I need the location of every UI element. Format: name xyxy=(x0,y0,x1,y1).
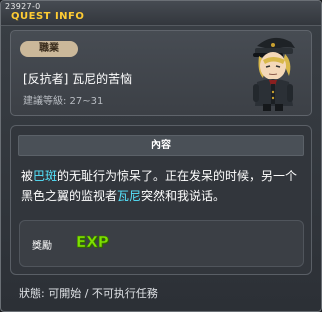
desc-text-3: 突然和我说话。 xyxy=(141,189,226,203)
npc-character-icon xyxy=(253,37,295,111)
content-header: 內容 xyxy=(18,135,304,156)
window-title: QUEST INFO xyxy=(11,11,85,22)
desc-text-1: 被 xyxy=(21,169,34,183)
npc-name-wani: 瓦尼 xyxy=(117,189,142,203)
reward-label: 獎勵 xyxy=(32,241,52,252)
recommended-level: 建議等級: 27~31 xyxy=(23,96,104,107)
quest-summary-panel: 職業 [反抗者] 瓦尼的苦恼 建議等級: 27~31 xyxy=(10,30,312,116)
title-bar[interactable]: 23927-0 QUEST INFO xyxy=(1,1,321,26)
category-badge: 職業 xyxy=(20,41,78,57)
quest-info-window: 23927-0 QUEST INFO 職業 [反抗者] 瓦尼的苦恼 建議等級: … xyxy=(0,0,322,312)
quest-name: [反抗者] 瓦尼的苦恼 xyxy=(23,72,133,86)
exp-icon: EXP EXP xyxy=(76,233,110,251)
quest-status: 狀態: 可開始 / 不可执行任務 xyxy=(19,287,158,300)
window-id: 23927-0 xyxy=(5,2,41,11)
npc-name-baban: 巴斑 xyxy=(33,169,58,183)
exp-icon-label: EXP xyxy=(76,233,109,251)
reward-box: 獎勵 EXP EXP xyxy=(19,220,304,267)
quest-content-panel: 內容 被巴斑的无耻行为惊呆了。正在发呆的时候，另一个黑色之翼的监视者瓦尼突然和我… xyxy=(10,125,312,275)
quest-description: 被巴斑的无耻行为惊呆了。正在发呆的时候，另一个黑色之翼的监视者瓦尼突然和我说话。 xyxy=(21,166,309,206)
